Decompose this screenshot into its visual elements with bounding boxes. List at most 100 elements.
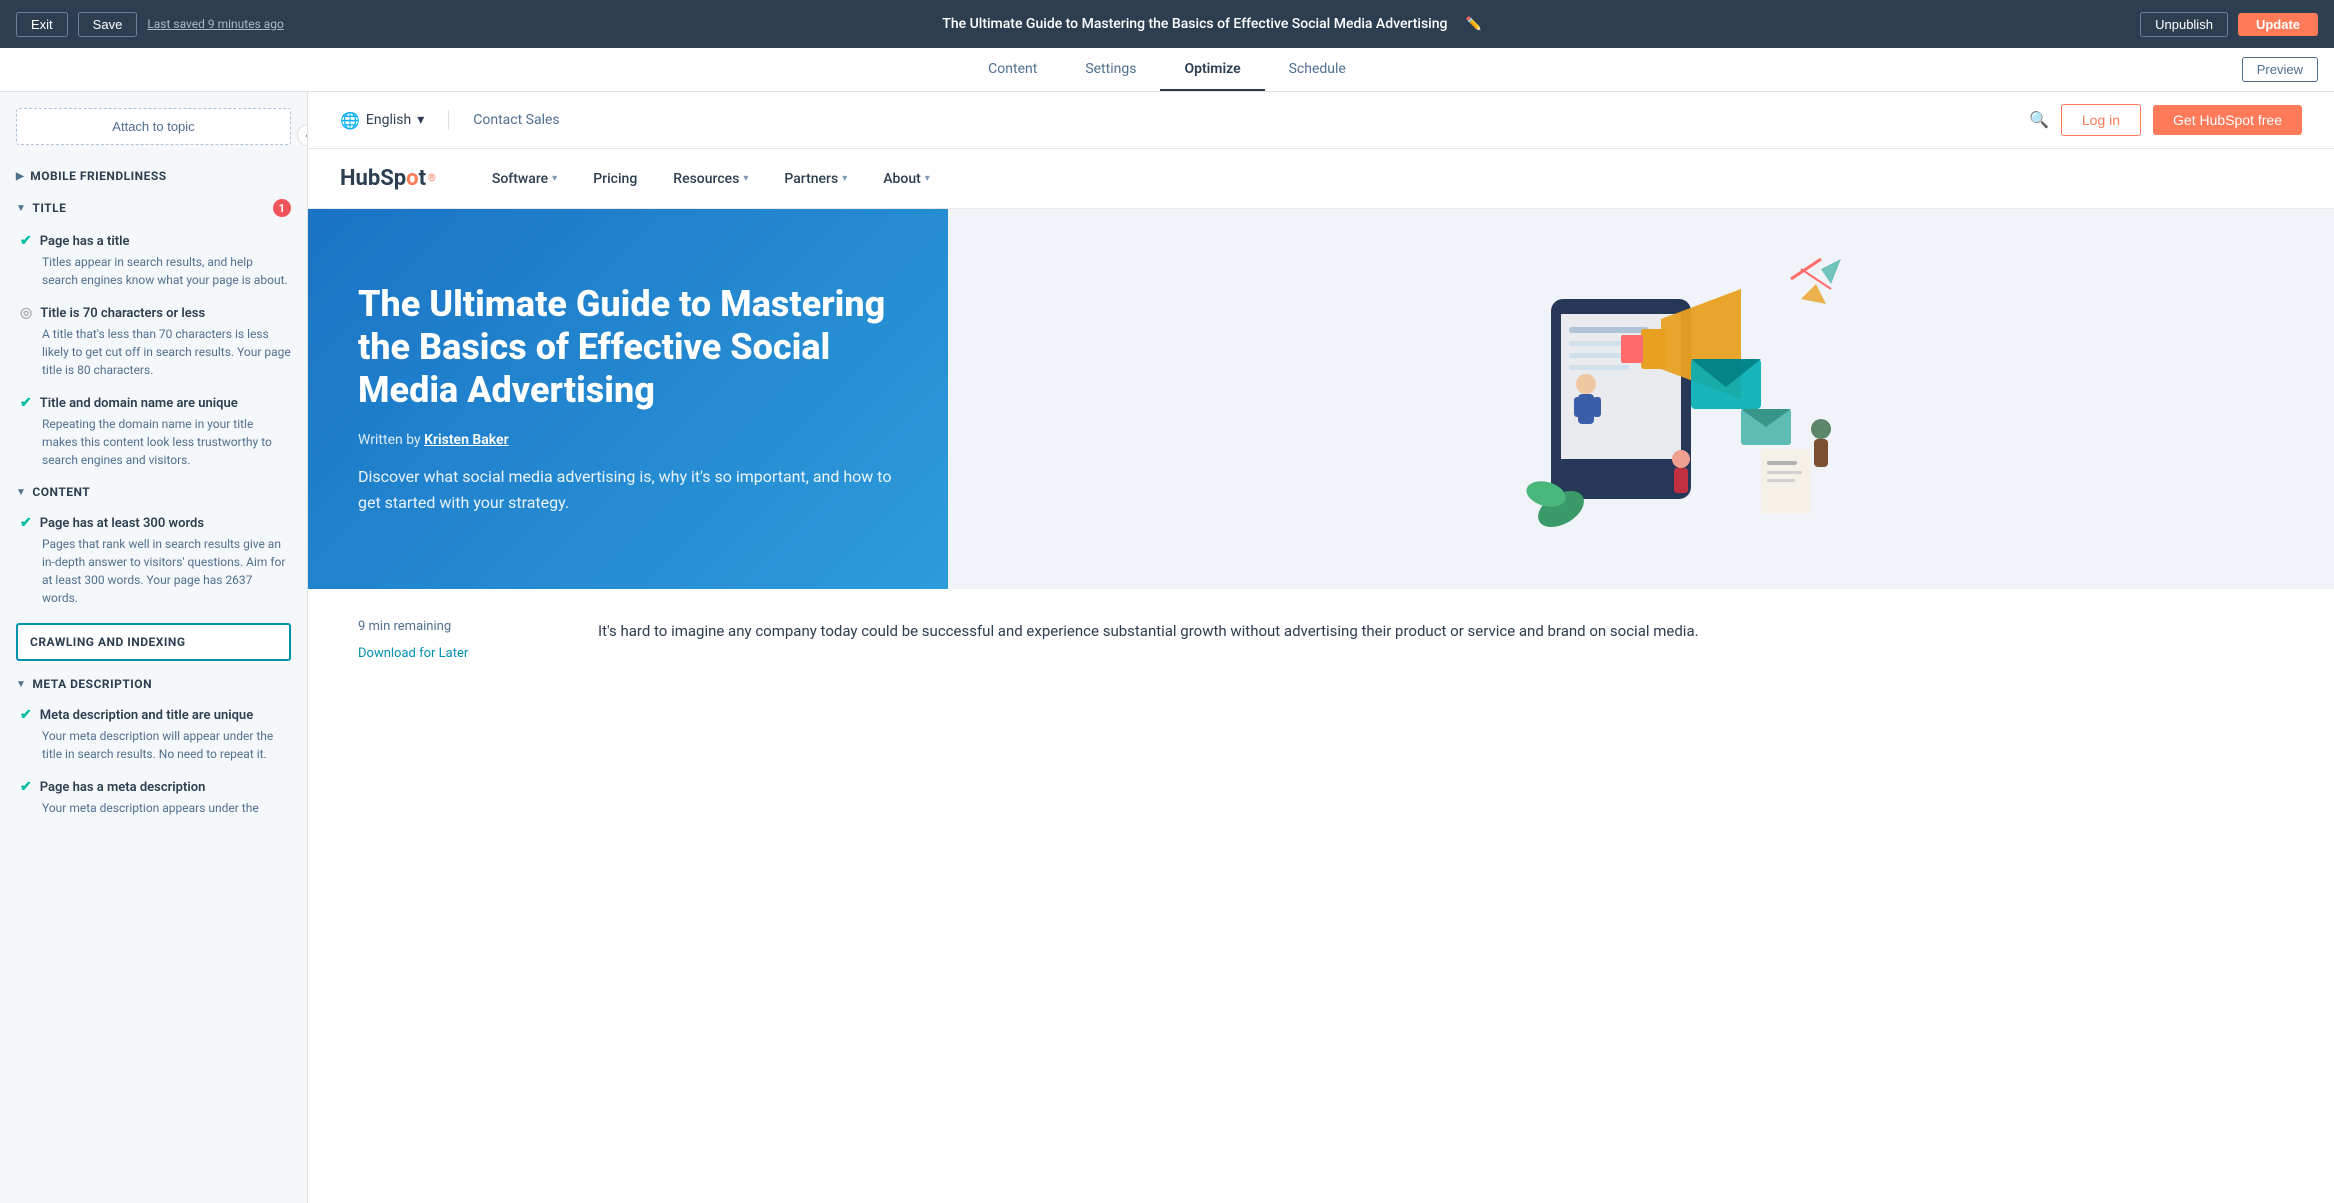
login-button[interactable]: Log in (2061, 104, 2141, 136)
hero-section: The Ultimate Guide to Mastering the Basi… (308, 209, 2334, 589)
chevron-down-icon-2: ▼ (16, 487, 26, 498)
check-has-meta-label: Page has a meta description (40, 780, 206, 795)
logo-text-end: t (419, 166, 426, 191)
check-title-length: ◎ Title is 70 characters or less A title… (0, 297, 307, 387)
check-title-length-desc: A title that's less than 70 characters i… (42, 325, 291, 379)
title-section-header[interactable]: ▼ TITLE 1 (0, 191, 307, 225)
nav-item-resources[interactable]: Resources ▾ (657, 163, 764, 195)
contact-sales-link[interactable]: Contact Sales (473, 112, 559, 128)
check-has-meta-desc: Your meta description appears under the (42, 799, 291, 817)
check-page-title-desc: Titles appear in search results, and hel… (42, 253, 291, 289)
check-300-words-label: Page has at least 300 words (40, 516, 204, 531)
update-button[interactable]: Update (2238, 13, 2318, 36)
unpublish-button[interactable]: Unpublish (2140, 12, 2228, 37)
top-bar-right: Unpublish Update (2140, 12, 2318, 37)
title-badge: 1 (273, 199, 291, 217)
title-section-label: TITLE (32, 201, 66, 215)
check-green-icon: ✔ (20, 233, 32, 249)
chevron-down-icon-3: ▼ (16, 679, 26, 690)
nav-resources-caret: ▾ (743, 173, 748, 184)
nav-items: Software ▾ Pricing Resources ▾ Partners … (476, 163, 946, 195)
nav-about-label: About (883, 171, 921, 187)
exit-button[interactable]: Exit (16, 12, 68, 37)
last-saved-label[interactable]: Last saved 9 minutes ago (147, 17, 284, 31)
editor-tabs: Content Settings Optimize Schedule Previ… (0, 48, 2334, 92)
language-label: English (366, 112, 411, 128)
language-selector[interactable]: 🌐 English ▾ (340, 111, 424, 130)
site-header-right: 🔍 Log in Get HubSpot free (2029, 104, 2302, 136)
crawling-indexing-section[interactable]: CRAWLING AND INDEXING (16, 623, 291, 661)
lang-dropdown-icon: ▾ (417, 112, 424, 128)
nav-software-label: Software (492, 171, 548, 187)
nav-item-software[interactable]: Software ▾ (476, 163, 573, 195)
preview-button[interactable]: Preview (2242, 57, 2318, 82)
hero-illustration (1431, 239, 1851, 559)
meta-description-label: META DESCRIPTION (32, 677, 152, 691)
check-meta-unique-desc: Your meta description will appear under … (42, 727, 291, 763)
check-title-unique: ✔ Title and domain name are unique Repea… (0, 387, 307, 477)
site-nav: HubSpot ® Software ▾ Pricing Resources ▾… (308, 149, 2334, 209)
article-excerpt: It's hard to imagine any company today c… (598, 619, 2284, 661)
check-gray-icon: ◎ (20, 305, 32, 321)
meta-description-section-header[interactable]: ▼ META DESCRIPTION (0, 669, 307, 699)
edit-title-icon[interactable]: ✏️ (1465, 17, 1481, 32)
check-300-words-desc: Pages that rank well in search results g… (42, 535, 291, 607)
nav-resources-label: Resources (673, 171, 739, 187)
sidebar-collapse-button[interactable]: « (297, 124, 308, 146)
search-button[interactable]: 🔍 (2029, 110, 2049, 130)
divider (448, 110, 449, 130)
attach-topic-button[interactable]: Attach to topic (16, 108, 291, 145)
nav-about-caret: ▾ (925, 173, 930, 184)
check-title-unique-desc: Repeating the domain name in your title … (42, 415, 291, 469)
hero-right (948, 209, 2334, 589)
page-title: The Ultimate Guide to Mastering the Basi… (942, 16, 1447, 32)
nav-partners-label: Partners (784, 171, 838, 187)
site-utility-header: 🌐 English ▾ Contact Sales 🔍 Log in Get H… (308, 92, 2334, 149)
article-preview: 9 min remaining Download for Later It's … (308, 589, 2334, 691)
hubspot-logo[interactable]: HubSpot ® (340, 166, 436, 191)
chevron-down-icon: ▼ (16, 203, 26, 214)
check-title-unique-label: Title and domain name are unique (40, 396, 238, 411)
article-meta: 9 min remaining Download for Later (358, 619, 558, 661)
check-green-icon-2: ✔ (20, 395, 32, 411)
nav-item-about[interactable]: About ▾ (867, 163, 946, 195)
check-meta-unique: ✔ Meta description and title are unique … (0, 699, 307, 771)
get-hubspot-button[interactable]: Get HubSpot free (2153, 105, 2302, 135)
save-button[interactable]: Save (78, 12, 138, 37)
globe-icon: 🌐 (340, 111, 360, 130)
check-title-length-label: Title is 70 characters or less (40, 306, 205, 321)
hero-author-link[interactable]: Kristen Baker (424, 432, 509, 448)
content-section-label: CONTENT (32, 485, 90, 499)
check-meta-unique-label: Meta description and title are unique (40, 708, 253, 723)
check-green-icon-4: ✔ (20, 707, 32, 723)
tab-content[interactable]: Content (964, 49, 1061, 91)
top-bar-center: The Ultimate Guide to Mastering the Basi… (942, 16, 1481, 32)
hero-left: The Ultimate Guide to Mastering the Basi… (308, 209, 948, 589)
content-section-header[interactable]: ▼ CONTENT (0, 477, 307, 507)
nav-pricing-label: Pricing (593, 171, 637, 187)
top-bar: Exit Save Last saved 9 minutes ago The U… (0, 0, 2334, 48)
tab-optimize[interactable]: Optimize (1160, 49, 1264, 91)
mobile-friendliness-label: MOBILE FRIENDLINESS (30, 169, 166, 183)
nav-item-partners[interactable]: Partners ▾ (768, 163, 863, 195)
download-later-link[interactable]: Download for Later (358, 646, 468, 661)
content-area: 🌐 English ▾ Contact Sales 🔍 Log in Get H… (308, 92, 2334, 691)
logo-dot: o (406, 166, 418, 191)
time-remaining: 9 min remaining (358, 619, 558, 634)
logo-registered: ® (428, 173, 436, 184)
site-header-left: 🌐 English ▾ Contact Sales (340, 110, 560, 130)
mobile-friendliness-section[interactable]: ▶ MOBILE FRIENDLINESS (0, 161, 307, 191)
hero-author: Written by Kristen Baker (358, 432, 898, 448)
tab-schedule[interactable]: Schedule (1265, 49, 1370, 91)
top-bar-left: Exit Save Last saved 9 minutes ago (16, 12, 284, 37)
check-green-icon-3: ✔ (20, 515, 32, 531)
nav-item-pricing[interactable]: Pricing (577, 163, 653, 195)
tab-settings[interactable]: Settings (1061, 49, 1160, 91)
main-layout: « Attach to topic ▶ MOBILE FRIENDLINESS … (0, 92, 2334, 691)
nav-partners-caret: ▾ (842, 173, 847, 184)
hero-title: The Ultimate Guide to Mastering the Basi… (358, 283, 898, 413)
check-page-title-label: Page has a title (40, 234, 130, 249)
check-has-meta: ✔ Page has a meta description Your meta … (0, 771, 307, 825)
chevron-right-icon: ▶ (16, 171, 24, 182)
check-300-words: ✔ Page has at least 300 words Pages that… (0, 507, 307, 615)
